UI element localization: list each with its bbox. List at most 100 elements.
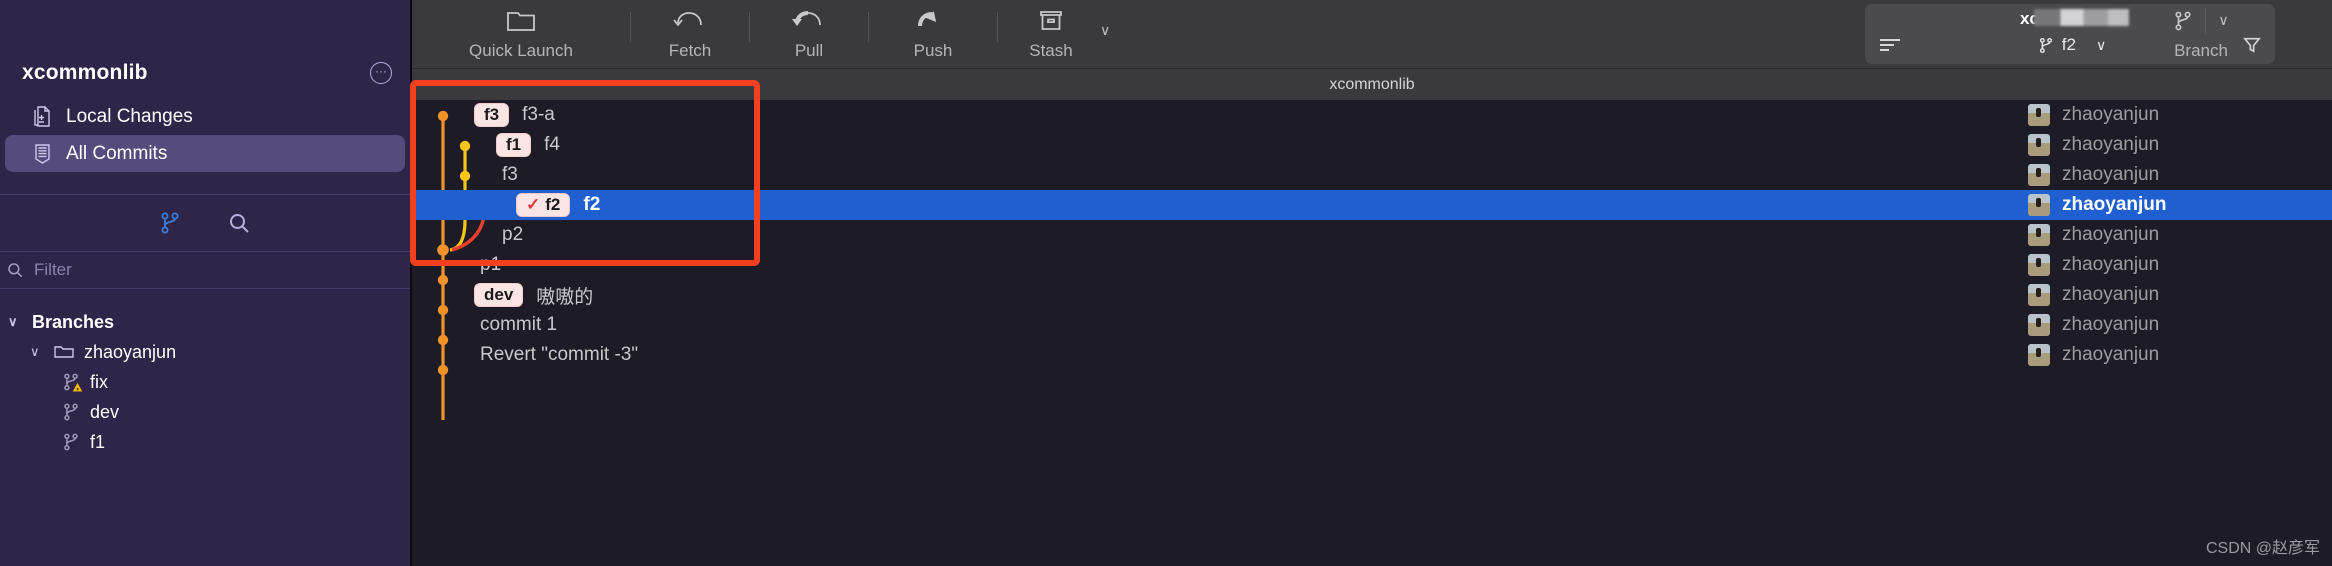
tree-folder-zhaoyanjun[interactable]: ∨ zhaoyanjun <box>0 337 410 367</box>
push-button[interactable]: Push <box>869 0 997 68</box>
sidebar: xcommonlib ··· Local Changes All Commits… <box>0 0 410 566</box>
sidebar-nav: Local Changes All Commits <box>0 98 410 172</box>
current-branch-label: f2 <box>2061 35 2076 54</box>
quick-launch-button[interactable]: Quick Launch <box>412 0 630 68</box>
commit-message: f4 <box>544 134 560 155</box>
pull-label: Pull <box>794 40 824 60</box>
avatar <box>2028 134 2050 156</box>
author-cell: zhaoyanjun <box>2012 134 2332 156</box>
push-label: Push <box>913 40 953 60</box>
table-row[interactable]: p2 zhaoyanjun <box>412 220 2332 250</box>
author-name: zhaoyanjun <box>2062 344 2160 365</box>
avatar <box>2028 164 2050 186</box>
ref-tag[interactable]: dev <box>474 283 524 307</box>
branch-chevron-down-icon[interactable]: ∨ <box>2218 12 2228 29</box>
author-name: zhaoyanjun <box>2062 194 2167 215</box>
folder-icon <box>54 344 74 360</box>
author-name: zhaoyanjun <box>2062 314 2160 335</box>
branch-button[interactable]: ∨ Branch <box>2126 0 2276 68</box>
branch-icon: ∨ <box>2173 7 2229 34</box>
repo-more-button[interactable]: ··· <box>370 62 392 84</box>
author-name: zhaoyanjun <box>2062 164 2160 185</box>
table-row[interactable]: dev 嗷嗷的 zhaoyanjun <box>412 280 2332 310</box>
table-row[interactable]: p1 zhaoyanjun <box>412 250 2332 280</box>
current-branch-selector[interactable]: f2 ∨ <box>2038 35 2106 55</box>
author-cell: zhaoyanjun <box>2012 224 2332 246</box>
ref-tag[interactable]: ✓ f2 <box>516 193 571 217</box>
fetch-button[interactable]: Fetch <box>631 0 749 68</box>
author-name: zhaoyanjun <box>2062 284 2160 305</box>
author-cell: zhaoyanjun <box>2012 344 2332 366</box>
chevron-down-icon[interactable]: ∨ <box>2096 37 2106 54</box>
commit-message: Revert "commit -3" <box>480 344 639 365</box>
ref-tag-label: dev <box>484 285 514 304</box>
file-diff-icon <box>33 105 52 128</box>
branch-icon[interactable] <box>159 211 181 235</box>
filter-row[interactable] <box>0 251 410 289</box>
message-cell: p1 <box>472 254 2012 276</box>
ref-tag[interactable]: f1 <box>496 133 532 157</box>
quick-launch-label: Quick Launch <box>469 40 573 60</box>
chevron-down-icon[interactable]: ∨ <box>30 344 44 360</box>
avatar <box>2028 224 2050 246</box>
message-cell: f1 f4 <box>472 133 2012 157</box>
push-arrow-icon <box>916 8 950 34</box>
avatar <box>2028 284 2050 306</box>
author-cell: zhaoyanjun <box>2012 104 2332 126</box>
ref-tag[interactable]: f3 <box>474 103 510 127</box>
tree-label: zhaoyanjun <box>84 341 177 362</box>
tree-label: dev <box>90 401 120 422</box>
ref-tag-label: f3 <box>484 105 500 124</box>
folder-icon <box>506 8 536 34</box>
commit-message: f3 <box>502 164 518 185</box>
commit-message: f2 <box>583 194 601 215</box>
commit-list[interactable]: f3 f3-a zhaoyanjun f1 f4 zhaoyanjun f3 z… <box>412 100 2332 566</box>
chevron-down-icon[interactable]: ∨ <box>8 314 22 330</box>
sidebar-item-all-commits[interactable]: All Commits <box>5 135 405 172</box>
author-name: zhaoyanjun <box>2062 104 2160 125</box>
commits-icon <box>33 142 52 165</box>
main-panel: Quick Launch Fetch Pull Push Stash ∨ f2 … <box>410 0 2332 566</box>
message-cell: ✓ f2 f2 <box>472 193 2012 217</box>
sidebar-item-local-changes[interactable]: Local Changes <box>5 98 405 135</box>
message-cell: Revert "commit -3" <box>472 344 2012 366</box>
pull-arrow-icon <box>792 8 826 34</box>
tree-group-branches[interactable]: ∨ Branches <box>0 307 410 337</box>
list-lines-icon[interactable] <box>1879 38 1901 52</box>
commit-message: commit 1 <box>480 314 558 335</box>
author-name: zhaoyanjun <box>2062 224 2160 245</box>
commit-list-header-title: xcommonlib <box>1329 75 1415 93</box>
commit-list-header: xcommonlib <box>412 68 2332 100</box>
branch-label: Branch <box>2174 40 2228 60</box>
author-cell: zhaoyanjun <box>2012 164 2332 186</box>
tree-label: fix <box>90 371 108 392</box>
table-row[interactable]: f3 zhaoyanjun <box>412 160 2332 190</box>
avatar <box>2028 314 2050 336</box>
table-row[interactable]: ✓ f2 f2 zhaoyanjun <box>412 190 2332 220</box>
filter-input[interactable] <box>34 260 364 280</box>
avatar <box>2028 254 2050 276</box>
table-row[interactable]: commit 1 zhaoyanjun <box>412 310 2332 340</box>
commit-message: p2 <box>502 224 524 245</box>
commit-message: f3-a <box>522 104 555 125</box>
redaction-overlay <box>2033 9 2129 26</box>
table-row[interactable]: Revert "commit -3" zhaoyanjun <box>412 340 2332 370</box>
tree-branch-fix[interactable]: fix <box>0 367 410 397</box>
stash-button[interactable]: Stash <box>998 0 1104 68</box>
table-row[interactable]: f3 f3-a zhaoyanjun <box>412 100 2332 130</box>
tree-branch-f1[interactable]: f1 <box>0 427 410 457</box>
avatar <box>2028 104 2050 126</box>
search-icon[interactable] <box>227 211 251 235</box>
tree-branch-dev[interactable]: dev <box>0 397 410 427</box>
checkmark-icon: ✓ <box>526 195 541 214</box>
table-row[interactable]: f1 f4 zhaoyanjun <box>412 130 2332 160</box>
commit-message: p1 <box>480 254 502 275</box>
pull-button[interactable]: Pull <box>750 0 868 68</box>
avatar <box>2028 344 2050 366</box>
message-cell: f3 f3-a <box>472 103 2012 127</box>
fetch-arrow-icon <box>673 8 707 34</box>
message-cell: f3 <box>472 164 2012 186</box>
avatar <box>2028 194 2050 216</box>
repo-title: xcommonlib <box>22 61 148 84</box>
branch-icon <box>62 432 80 452</box>
